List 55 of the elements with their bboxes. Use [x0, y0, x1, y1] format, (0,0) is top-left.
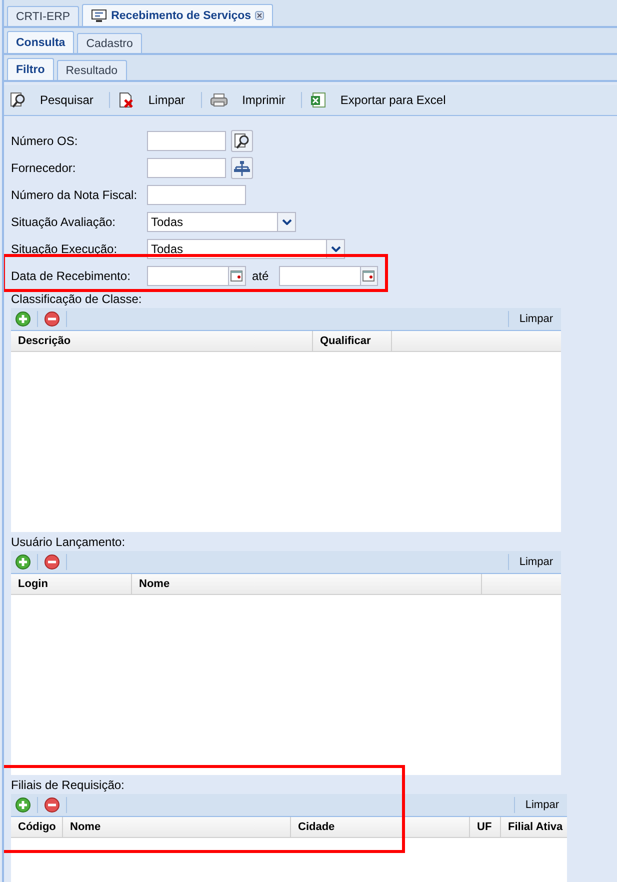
lookup-button[interactable] — [231, 130, 253, 152]
input-field[interactable] — [147, 184, 246, 204]
section-title: Usuário Lançamento: — [11, 535, 126, 549]
column-header[interactable]: Cidade — [291, 817, 470, 837]
field-label: Fornecedor: — [11, 160, 77, 174]
toolbar-button[interactable]: Limpar — [116, 92, 196, 108]
search-icon — [234, 132, 250, 148]
spreadsheet-icon — [310, 92, 326, 108]
column-header[interactable]: Filial Ativa — [501, 817, 567, 837]
toolbar-button[interactable]: Imprimir — [208, 93, 296, 107]
field-label: Número OS: — [11, 134, 79, 148]
column-header[interactable]: Login — [11, 574, 132, 594]
field-label: Situação Execução: — [11, 242, 118, 256]
clear-button[interactable]: Limpar — [515, 556, 557, 568]
monitor-icon — [91, 8, 108, 22]
section-title: Classificação de Classe: — [11, 292, 143, 306]
remove-icon — [44, 554, 60, 570]
column-header[interactable]: Nome — [132, 574, 482, 594]
caret-icon — [282, 218, 292, 224]
add-icon — [15, 797, 31, 813]
clear-button[interactable]: Limpar — [515, 313, 557, 325]
column-header[interactable]: Descrição — [11, 331, 313, 351]
window-tab[interactable]: Recebimento de Serviços — [82, 4, 274, 26]
tab[interactable]: Cadastro — [77, 33, 142, 53]
remove-icon — [44, 797, 60, 813]
add-icon — [15, 554, 31, 570]
input-field[interactable] — [147, 130, 226, 150]
field-label: Número da Nota Fiscal: — [11, 188, 138, 202]
input-field[interactable] — [147, 158, 226, 178]
add-icon — [15, 311, 31, 327]
section-title: Filiais de Requisição: — [11, 778, 126, 792]
column-header[interactable]: Nome — [63, 817, 291, 837]
lookup-button[interactable] — [231, 156, 253, 178]
column-header[interactable]: Código — [11, 817, 63, 837]
tab[interactable]: Consulta — [7, 31, 74, 53]
remove-icon — [44, 311, 60, 327]
window-tab[interactable]: CRTI-ERP — [7, 6, 80, 26]
search-icon — [10, 92, 26, 108]
clear-button[interactable]: Limpar — [521, 799, 563, 811]
document-x-icon — [118, 92, 134, 108]
printer-icon — [210, 93, 228, 107]
toolbar-button[interactable]: Exportar para Excel — [308, 92, 456, 108]
hierarchy-icon — [234, 160, 250, 176]
field-label: Situação Avaliação: — [11, 214, 117, 228]
date-field[interactable] — [278, 266, 361, 286]
caret-icon — [330, 246, 340, 252]
tab[interactable]: Filtro — [7, 58, 54, 80]
tab[interactable]: Resultado — [56, 60, 127, 80]
range-separator: até — [252, 268, 269, 282]
field-label: Data de Recebimento: — [11, 268, 132, 282]
close-icon[interactable] — [255, 11, 264, 20]
column-header[interactable]: UF — [470, 817, 501, 837]
toolbar-button[interactable]: Pesquisar — [8, 92, 104, 108]
date-field[interactable] — [147, 266, 229, 286]
column-header[interactable]: Qualificar — [313, 331, 392, 351]
